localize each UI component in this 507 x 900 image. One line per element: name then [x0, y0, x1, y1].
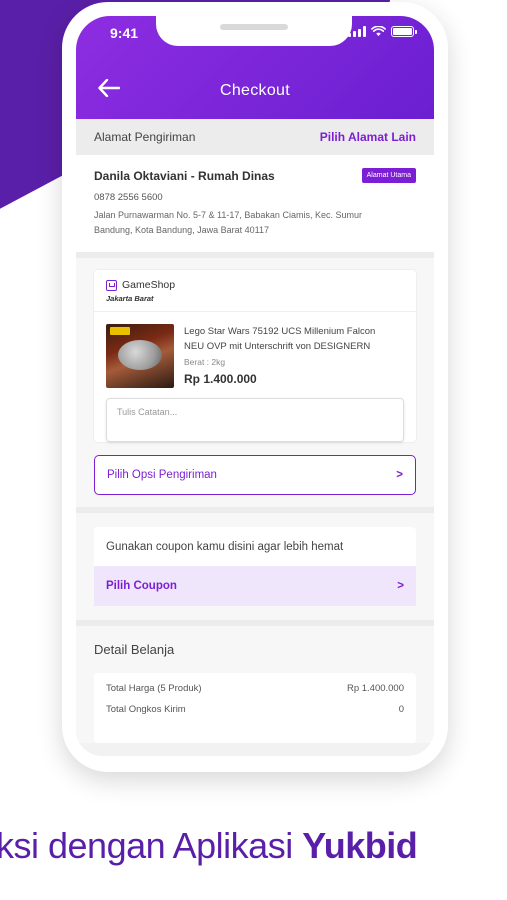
detail-row-value: Rp 1.400.000 [346, 683, 404, 694]
shop-city: Jakarta Barat [106, 294, 154, 303]
detail-row-label: Total Ongkos Kirim [106, 704, 186, 715]
primary-address-badge: Alamat Utama [361, 168, 416, 183]
chevron-right-icon: > [396, 469, 403, 481]
order-detail-section: Detail Belanja Total Harga (5 Produk) Rp… [76, 620, 434, 743]
signal-icon [348, 26, 366, 37]
wifi-icon [371, 26, 386, 37]
order-detail-card: Total Harga (5 Produk) Rp 1.400.000 Tota… [94, 673, 416, 743]
promo-canvas: 9:41 Checkout Alamat Pengiriman Pilih Al… [0, 0, 507, 900]
app-header: 9:41 Checkout [76, 16, 434, 119]
coupon-section: Gunakan coupon kamu disini agar lebih he… [76, 507, 434, 620]
note-input[interactable]: Tulis Catatan... [106, 398, 404, 442]
page-title: Checkout [220, 82, 290, 99]
tagline-text: ksi dengan Aplikasi [0, 825, 303, 866]
promo-tagline: ksi dengan Aplikasi Yukbid [0, 825, 418, 867]
product-info: Lego Star Wars 75192 UCS Millenium Falco… [184, 324, 404, 388]
product-name-line-2: NEU OVP mit Unterschrift von DESIGNERN [184, 341, 371, 352]
address-header: Alamat Pengiriman Pilih Alamat Lain [76, 119, 434, 155]
system-icons [348, 26, 417, 37]
status-bar: 9:41 [76, 16, 434, 48]
chevron-right-icon: > [397, 580, 404, 592]
brand-name: Yukbid [302, 825, 418, 866]
shop-name: GameShop [122, 279, 176, 291]
address-line-2: Bandung, Kota Bandung, Jawa Barat 40117 [94, 225, 269, 235]
store-icon [106, 279, 117, 291]
status-time: 9:41 [110, 25, 139, 41]
recipient-phone: 0878 2556 5600 [94, 192, 163, 203]
choose-coupon-label: Pilih Coupon [106, 580, 177, 592]
phone-screen: 9:41 Checkout Alamat Pengiriman Pilih Al… [76, 16, 434, 756]
phone-frame: 9:41 Checkout Alamat Pengiriman Pilih Al… [62, 2, 448, 772]
shipping-option-button[interactable]: Pilih Opsi Pengiriman > [94, 455, 416, 495]
shop-card: GameShop Jakarta Barat Lego Star Wars 75… [94, 270, 416, 442]
order-detail-title: Detail Belanja [94, 642, 175, 657]
product-weight: Berat : 2kg [184, 357, 226, 367]
product-price: Rp 1.400.000 [184, 372, 257, 386]
product-name-line-1: Lego Star Wars 75192 UCS Millenium Falco… [184, 326, 376, 337]
detail-row-value: 0 [398, 704, 404, 715]
shop-header: GameShop Jakarta Barat [94, 270, 416, 312]
detail-row: Total Ongkos Kirim 0 [106, 704, 404, 715]
product-image [106, 324, 174, 388]
address-card: Danila Oktaviani - Rumah Dinas Alamat Ut… [76, 155, 434, 258]
address-line-1: Jalan Purnawarman No. 5-7 & 11-17, Babak… [94, 210, 362, 220]
product-item[interactable]: Lego Star Wars 75192 UCS Millenium Falco… [94, 312, 416, 398]
device-notch [156, 16, 352, 46]
coupon-hint: Gunakan coupon kamu disini agar lebih he… [106, 541, 344, 553]
battery-icon [391, 26, 417, 37]
address-section-label: Alamat Pengiriman [94, 130, 196, 144]
shipping-option-label: Pilih Opsi Pengiriman [107, 469, 217, 481]
order-section: GameShop Jakarta Barat Lego Star Wars 75… [76, 258, 434, 507]
choose-other-address-link[interactable]: Pilih Alamat Lain [320, 130, 416, 144]
coupon-card: Gunakan coupon kamu disini agar lebih he… [94, 527, 416, 606]
choose-coupon-button[interactable]: Pilih Coupon > [94, 566, 416, 606]
detail-row-label: Total Harga (5 Produk) [106, 683, 202, 694]
recipient-name: Danila Oktaviani - Rumah Dinas [94, 168, 275, 183]
detail-row: Total Harga (5 Produk) Rp 1.400.000 [106, 683, 404, 694]
speaker-grille [220, 24, 288, 30]
